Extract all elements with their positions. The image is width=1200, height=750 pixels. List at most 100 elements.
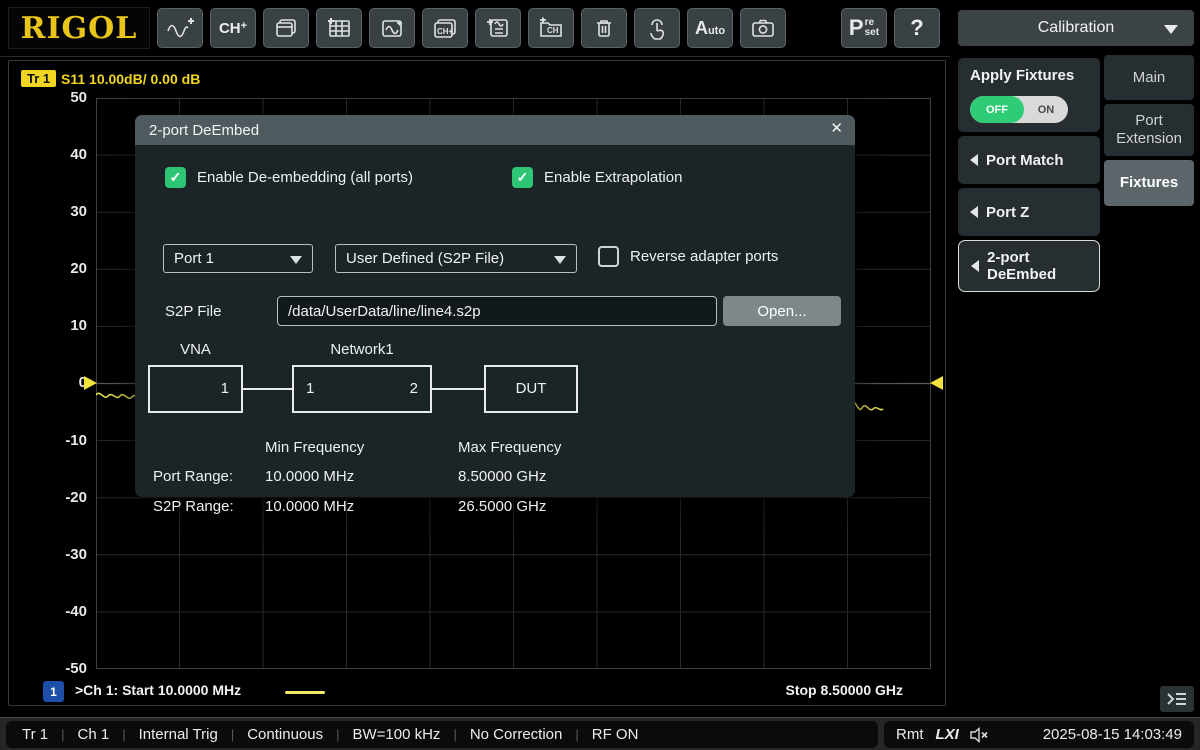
y-tick: 50 xyxy=(41,89,87,106)
status-bar: Tr 1| Ch 1| Internal Trig| Continuous| B… xyxy=(0,717,1200,750)
enable-deembed-checkbox[interactable]: ✓ xyxy=(165,167,186,188)
enable-extrapolation-label: Enable Extrapolation xyxy=(544,169,682,186)
apply-fixtures-panel: Apply Fixtures OFF ON xyxy=(958,58,1100,132)
y-tick: -30 xyxy=(41,546,87,563)
auto-scale-button[interactable]: Auto xyxy=(687,8,733,48)
stacked-windows-icon xyxy=(274,17,298,39)
s2p-range-label: S2P Range: xyxy=(153,498,234,515)
vna-box: 1 xyxy=(148,365,243,413)
dut-box: DUT xyxy=(484,365,578,413)
console-button[interactable] xyxy=(1160,686,1194,712)
speaker-muted-icon[interactable] xyxy=(969,727,989,743)
chevron-down-icon xyxy=(554,256,566,264)
status-trigger: Internal Trig xyxy=(139,726,218,743)
reverse-adapter-label: Reverse adapter ports xyxy=(630,248,778,265)
status-trace: Tr 1 xyxy=(22,726,48,743)
dialog-body: ✓ Enable De-embedding (all ports) ✓ Enab… xyxy=(135,145,855,497)
new-channel-window-button[interactable]: CH+ xyxy=(422,8,468,48)
add-trace-button[interactable] xyxy=(157,8,203,48)
sidebar: Calibration Apply Fixtures OFF ON Port M… xyxy=(950,0,1200,750)
table-plus-icon xyxy=(326,17,352,39)
trace-window-icon xyxy=(379,17,405,39)
enable-extrapolation-checkbox[interactable]: ✓ xyxy=(512,167,533,188)
clipboard-trace-icon xyxy=(485,17,511,39)
port-range-max: 8.50000 GHz xyxy=(458,468,546,485)
s2p-file-input[interactable] xyxy=(277,296,717,326)
vna-label: VNA xyxy=(148,341,243,358)
sidebar-item-port-match[interactable]: Port Match xyxy=(958,136,1100,184)
delete-button[interactable] xyxy=(581,8,627,48)
preset-button[interactable]: P reset xyxy=(841,8,887,48)
tab-fixtures[interactable]: Fixtures xyxy=(1104,160,1194,206)
preset-label: P xyxy=(849,19,864,37)
svg-text:CH: CH xyxy=(547,26,559,35)
deembed-dialog: 2-port DeEmbed ✕ ✓ Enable De-embedding (… xyxy=(135,115,855,497)
new-table-button[interactable] xyxy=(316,8,362,48)
check-icon: ✓ xyxy=(170,169,182,186)
new-trace-window-button[interactable] xyxy=(369,8,415,48)
network1-box: 1 2 xyxy=(292,365,432,413)
dialog-title-bar[interactable]: 2-port DeEmbed ✕ xyxy=(135,115,855,145)
s2p-range-min: 10.0000 MHz xyxy=(265,498,354,515)
apply-fixtures-label: Apply Fixtures xyxy=(970,67,1074,84)
tab-main[interactable]: Main xyxy=(1104,55,1194,100)
toggle-on-option[interactable]: ON xyxy=(1024,96,1068,123)
camera-icon xyxy=(750,17,776,39)
question-icon: ? xyxy=(910,15,923,41)
max-frequency-header: Max Frequency xyxy=(458,439,561,456)
open-file-button[interactable]: Open... xyxy=(723,296,841,326)
port-range-label: Port Range: xyxy=(153,468,233,485)
s2p-file-label: S2P File xyxy=(165,303,221,320)
enable-deembed-label: Enable De-embedding (all ports) xyxy=(197,169,413,186)
status-correction: No Correction xyxy=(470,726,563,743)
toggle-off-option[interactable]: OFF xyxy=(970,96,1024,123)
y-tick: 30 xyxy=(41,203,87,220)
apply-fixtures-toggle[interactable]: OFF ON xyxy=(970,96,1068,123)
connector-line xyxy=(243,388,292,390)
trace-badge[interactable]: Tr 1 xyxy=(21,70,56,87)
remote-indicator: Rmt xyxy=(896,726,924,743)
y-tick: 10 xyxy=(41,317,87,334)
measurement-setup-button[interactable] xyxy=(475,8,521,48)
arrow-left-icon xyxy=(970,154,978,166)
channel-plus-icon: CH+ xyxy=(219,20,247,37)
y-tick: -10 xyxy=(41,432,87,449)
port-select[interactable]: Port 1 xyxy=(163,244,313,273)
trace-color-dash xyxy=(285,691,325,694)
tab-port-extension[interactable]: Port Extension xyxy=(1104,104,1194,156)
dialog-title: 2-port DeEmbed xyxy=(149,122,259,139)
channel-window-icon: CH+ xyxy=(431,17,459,39)
chevron-down-icon xyxy=(290,256,302,264)
y-tick: 40 xyxy=(41,146,87,163)
touch-icon xyxy=(645,16,669,40)
save-channel-button[interactable]: CH xyxy=(528,8,574,48)
screenshot-button[interactable] xyxy=(740,8,786,48)
auto-label: Auto xyxy=(695,18,725,39)
reverse-adapter-checkbox[interactable] xyxy=(598,246,619,267)
lxi-logo: LXI xyxy=(936,726,959,743)
touch-button[interactable] xyxy=(634,8,680,48)
type-select[interactable]: User Defined (S2P File) xyxy=(335,244,577,273)
help-button[interactable]: ? xyxy=(894,8,940,48)
menu-header-dropdown[interactable]: Calibration xyxy=(958,10,1194,46)
channel-badge[interactable]: 1 xyxy=(43,681,64,702)
check-icon: ✓ xyxy=(517,169,529,186)
arrow-left-icon xyxy=(971,260,979,272)
status-channel: Ch 1 xyxy=(78,726,110,743)
prompt-icon xyxy=(1166,691,1188,707)
waveform-plus-icon xyxy=(166,17,194,39)
window-layout-button[interactable] xyxy=(263,8,309,48)
reference-marker-left-icon xyxy=(84,376,97,390)
close-icon[interactable]: ✕ xyxy=(830,119,843,137)
status-right-panel: Rmt LXI 2025-08-15 14:03:49 xyxy=(884,721,1194,748)
s2p-range-max: 26.5000 GHz xyxy=(458,498,546,515)
status-sweep: Continuous xyxy=(247,726,323,743)
sidebar-item-port-z[interactable]: Port Z xyxy=(958,188,1100,236)
sidebar-item-2-port-deembed[interactable]: 2-port DeEmbed xyxy=(958,240,1100,292)
add-channel-button[interactable]: CH+ xyxy=(210,8,256,48)
y-tick: -40 xyxy=(41,603,87,620)
screen: RIGOL CH+ xyxy=(0,0,1200,750)
network1-label: Network1 xyxy=(292,341,432,358)
y-tick: 0 xyxy=(41,374,87,391)
status-left-panel: Tr 1| Ch 1| Internal Trig| Continuous| B… xyxy=(6,721,878,748)
